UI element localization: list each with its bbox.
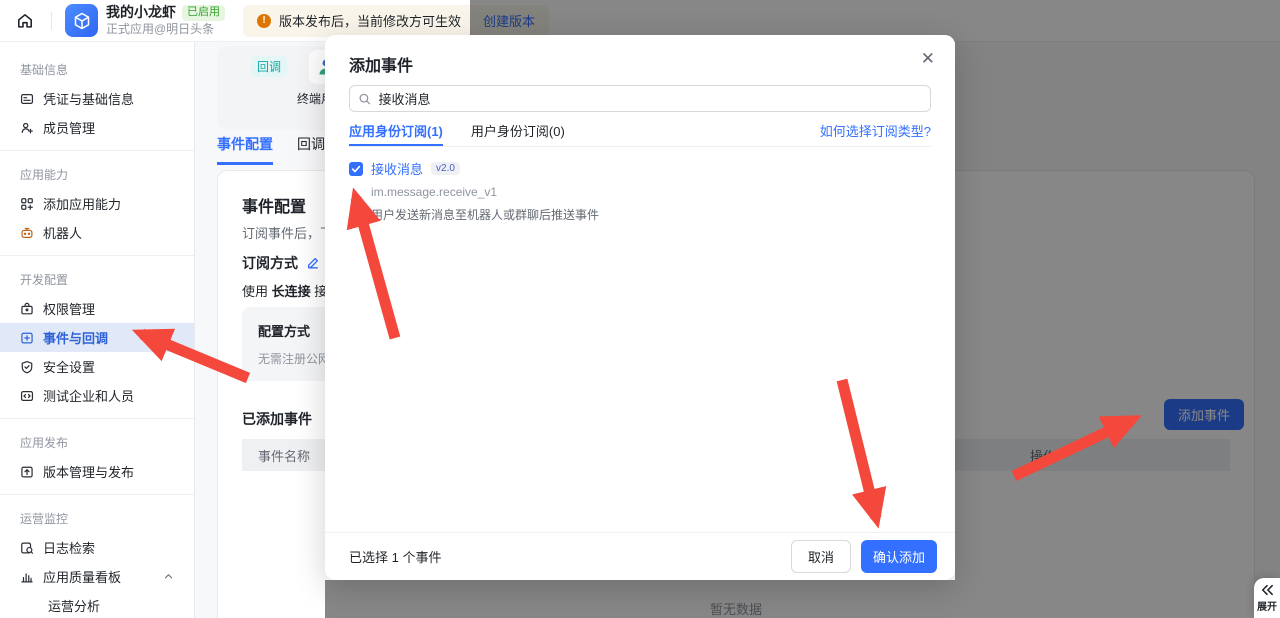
sidebar-item-label: 版本管理与发布 — [43, 462, 134, 481]
member-add-icon — [20, 121, 34, 135]
expand-panel-button[interactable]: 展开 — [1254, 578, 1280, 618]
search-icon — [358, 92, 371, 106]
modal-mask-bottom — [325, 580, 955, 618]
subscription-help-link[interactable]: 如何选择订阅类型? — [820, 121, 931, 140]
sidebar-section-header: 运营监控 — [0, 505, 194, 533]
app-status-badge: 已启用 — [182, 5, 225, 21]
log-search-icon — [20, 541, 34, 555]
sidebar-section-header: 应用能力 — [0, 161, 194, 189]
test-org-icon — [20, 389, 34, 403]
app-logo — [65, 4, 98, 37]
chevron-up-icon[interactable] — [163, 570, 174, 585]
credential-icon — [20, 92, 34, 106]
sidebar-section-header: 基础信息 — [0, 56, 194, 84]
event-name: 接收消息 — [371, 159, 423, 178]
modal-title: 添加事件 — [349, 52, 413, 76]
banner-text: 版本发布后，当前修改方可生效 — [279, 11, 461, 30]
sidebar-item-security[interactable]: 安全设置 — [0, 352, 194, 381]
sidebar-section: 运营监控日志检索应用质量看板运营分析用户反馈 — [0, 494, 194, 618]
sidebar-item-member-add[interactable]: 成员管理 — [0, 113, 194, 142]
robot-icon — [20, 226, 34, 240]
sidebar-section: 应用能力添加应用能力机器人 — [0, 150, 194, 247]
added-events-title: 已添加事件 — [242, 409, 312, 429]
confirm-add-button[interactable]: 确认添加 — [861, 540, 937, 573]
alert-icon: ! — [257, 14, 271, 28]
add-capability-icon — [20, 197, 34, 211]
event-version-badge: v2.0 — [431, 162, 460, 175]
sidebar-item-label: 测试企业和人员 — [43, 386, 134, 405]
sidebar-item-label: 成员管理 — [43, 118, 95, 137]
event-search-input[interactable] — [378, 91, 922, 106]
sidebar-item-permission[interactable]: 权限管理 — [0, 294, 194, 323]
sidebar-section: 基础信息凭证与基础信息成员管理 — [0, 54, 194, 142]
sidebar-item-label: 添加应用能力 — [43, 194, 121, 213]
modal-tabs: 应用身份订阅(1) 用户身份订阅(0) 如何选择订阅类型? — [349, 121, 931, 147]
sidebar-section: 应用发布版本管理与发布 — [0, 418, 194, 486]
home-icon — [16, 12, 34, 30]
subscribe-mode-label: 订阅方式 — [242, 253, 298, 273]
subscribe-desc-prefix: 使用 — [242, 284, 272, 299]
subscribe-mode-title: 订阅方式 — [242, 253, 320, 273]
sidebar-item-test-org[interactable]: 测试企业和人员 — [0, 381, 194, 410]
event-list-item: 接收消息 v2.0 im.message.receive_v1 用户发送新消息至… — [349, 159, 599, 223]
callback-tag: 回调 — [251, 56, 287, 77]
publish-icon — [20, 465, 34, 479]
edit-pencil-icon[interactable] — [306, 256, 320, 270]
tab-event-config[interactable]: 事件配置 — [217, 134, 273, 165]
sidebar-section-header: 应用发布 — [0, 429, 194, 457]
sidebar-item-label: 权限管理 — [43, 299, 95, 318]
sidebar-subitem[interactable]: 运营分析 — [0, 591, 194, 618]
event-search-box — [349, 85, 931, 112]
tab-app-subscription[interactable]: 应用身份订阅(1) — [349, 121, 443, 146]
sidebar-item-publish[interactable]: 版本管理与发布 — [0, 457, 194, 486]
modal-mask-right — [955, 42, 1280, 618]
expand-label: 展开 — [1257, 598, 1277, 613]
add-event-modal: 添加事件 ✕ 应用身份订阅(1) 用户身份订阅(0) 如何选择订阅类型? 接收消… — [325, 35, 955, 580]
subscribe-desc-bold: 长连接 — [272, 284, 315, 299]
sidebar-item-label: 事件与回调 — [43, 328, 108, 347]
topbar-divider — [51, 12, 52, 30]
event-description: 用户发送新消息至机器人或群聊后推送事件 — [371, 206, 599, 223]
sidebar-item-event-callback[interactable]: 事件与回调 — [0, 323, 194, 352]
sidebar-item-log-search[interactable]: 日志检索 — [0, 533, 194, 562]
event-config-title: 事件配置 — [242, 193, 306, 217]
sidebar: 基础信息凭证与基础信息成员管理应用能力添加应用能力机器人开发配置权限管理事件与回… — [0, 42, 195, 618]
sidebar-item-label: 应用质量看板 — [43, 567, 121, 586]
sidebar-section-header: 开发配置 — [0, 266, 194, 294]
sidebar-item-add-capability[interactable]: 添加应用能力 — [0, 189, 194, 218]
permission-icon — [20, 302, 34, 316]
close-icon[interactable]: ✕ — [921, 50, 935, 67]
event-callback-icon — [20, 331, 34, 345]
app-meta: 我的小龙虾 已启用 正式应用@明日头条 — [106, 4, 225, 37]
double-chevron-left-icon — [1260, 584, 1274, 596]
security-icon — [20, 360, 34, 374]
sidebar-section: 开发配置权限管理事件与回调安全设置测试企业和人员 — [0, 255, 194, 410]
sidebar-item-robot[interactable]: 机器人 — [0, 218, 194, 247]
quality-board-icon — [20, 570, 34, 584]
sidebar-item-label: 日志检索 — [43, 538, 95, 557]
sidebar-item-quality-board[interactable]: 应用质量看板 — [0, 562, 194, 591]
event-code: im.message.receive_v1 — [371, 185, 599, 199]
selected-count-text: 已选择 1 个事件 — [349, 547, 791, 566]
cube-icon — [72, 11, 92, 31]
sidebar-item-label: 安全设置 — [43, 357, 95, 376]
check-icon — [351, 164, 361, 174]
modal-footer: 已选择 1 个事件 取消 确认添加 — [325, 532, 955, 580]
app-subtitle: 正式应用@明日头条 — [106, 22, 225, 37]
sidebar-item-credential[interactable]: 凭证与基础信息 — [0, 84, 194, 113]
sidebar-item-label: 凭证与基础信息 — [43, 89, 134, 108]
event-checkbox[interactable] — [349, 162, 363, 176]
cancel-button[interactable]: 取消 — [791, 540, 851, 573]
sidebar-item-label: 机器人 — [43, 223, 82, 242]
app-name: 我的小龙虾 — [106, 4, 176, 22]
tab-user-subscription[interactable]: 用户身份订阅(0) — [471, 121, 565, 146]
home-button[interactable] — [12, 8, 38, 34]
